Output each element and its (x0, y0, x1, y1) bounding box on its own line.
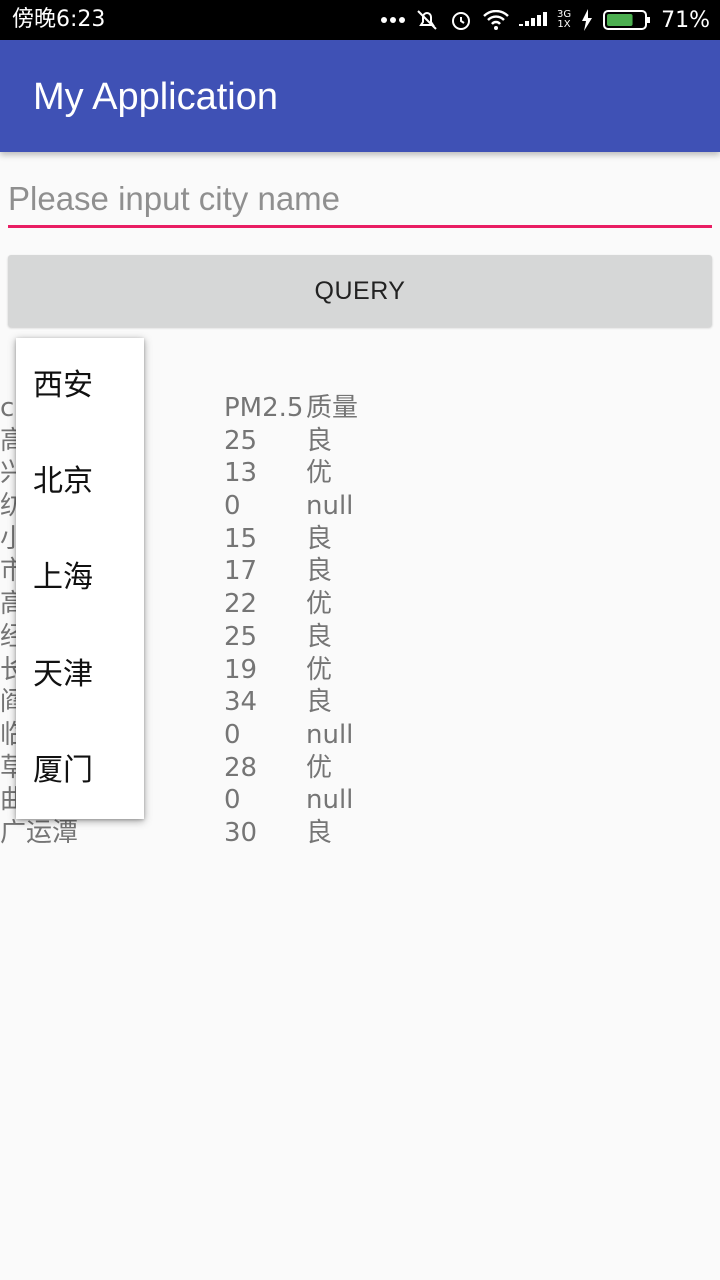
quality-cell: 优 (306, 752, 333, 783)
signal-icon (518, 10, 547, 30)
city-name-input[interactable] (8, 172, 712, 228)
quality-cell: 良 (306, 425, 333, 456)
battery-icon (603, 9, 651, 31)
quality-cell: null (306, 719, 354, 750)
status-time: 傍晚6:23 (12, 7, 106, 32)
dropdown-option[interactable]: 厦门 (16, 723, 144, 819)
pm25-cell: 22 (224, 589, 258, 620)
dropdown-option[interactable]: 西安 (16, 338, 144, 434)
quality-cell: 优 (306, 589, 333, 620)
pm25-cell: 0 (224, 491, 241, 522)
city-dropdown: 西安 北京 上海 天津 厦门 (16, 338, 144, 819)
pm25-cell: 0 (224, 785, 241, 816)
query-button[interactable]: QUERY (8, 255, 712, 327)
quality-cell: 良 (306, 556, 333, 587)
header-pm25: PM2.5 (224, 393, 304, 423)
pm25-cell: 30 (224, 817, 258, 848)
quality-cell: 良 (306, 817, 333, 848)
status-icons: 3G 1X 71% (380, 6, 710, 34)
alarm-icon (449, 8, 473, 32)
charging-icon (581, 9, 593, 31)
battery-percent: 71% (661, 7, 710, 33)
station-cell: 广运潭 (0, 817, 79, 848)
pm25-cell: 19 (224, 654, 258, 685)
quality-cell: 良 (306, 687, 333, 718)
quality-cell: null (306, 785, 354, 816)
quality-cell: 优 (306, 654, 333, 685)
pm25-cell: 0 (224, 719, 241, 750)
app-title: My Application (33, 76, 279, 118)
pm25-cell: 17 (224, 556, 258, 587)
dropdown-option[interactable]: 上海 (16, 530, 144, 626)
mute-icon (415, 8, 439, 32)
header-quality: 质量 (306, 393, 359, 423)
quality-cell: null (306, 491, 354, 522)
pm25-cell: 25 (224, 425, 258, 456)
more-dots-icon (380, 16, 405, 24)
wifi-icon (483, 10, 509, 30)
pm25-cell: 25 (224, 621, 258, 652)
quality-cell: 良 (306, 523, 333, 554)
dropdown-option[interactable]: 北京 (16, 434, 144, 530)
app-bar: My Application (0, 40, 720, 152)
quality-cell: 良 (306, 621, 333, 652)
pm25-cell: 13 (224, 458, 258, 489)
dropdown-option[interactable]: 天津 (16, 627, 144, 723)
pm25-cell: 34 (224, 687, 258, 718)
pm25-cell: 15 (224, 523, 258, 554)
status-bar: 傍晚6:23 3G 1X 71% (0, 0, 720, 40)
network-type-label: 3G 1X (556, 9, 572, 30)
quality-cell: 优 (306, 458, 333, 489)
pm25-cell: 28 (224, 752, 258, 783)
